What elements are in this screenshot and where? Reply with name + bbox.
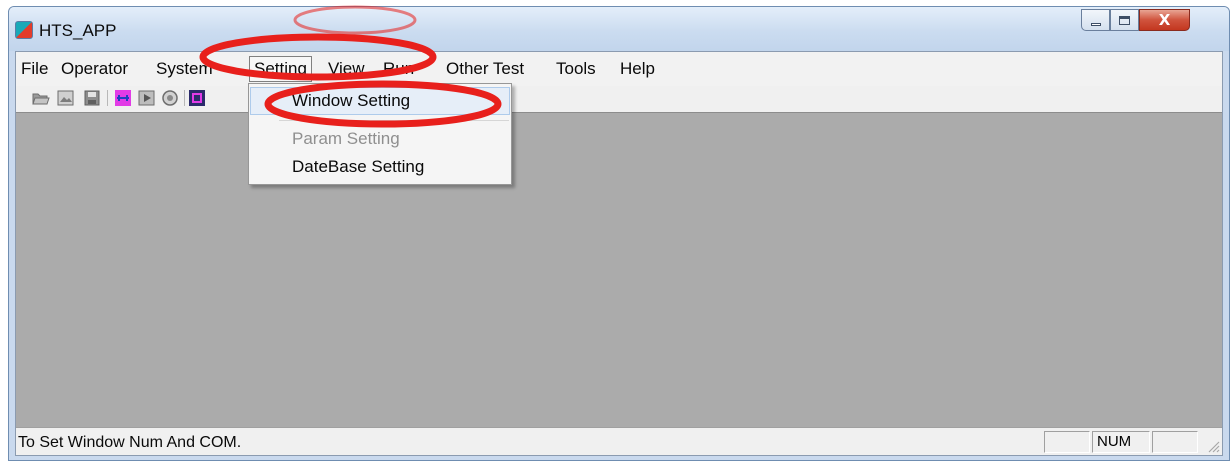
- menu-run[interactable]: Run: [378, 56, 419, 82]
- menu-view[interactable]: View: [323, 56, 370, 82]
- status-bar: To Set Window Num And COM. NUM: [16, 427, 1222, 455]
- maximize-button[interactable]: [1110, 9, 1139, 31]
- play-icon[interactable]: [138, 89, 156, 107]
- status-pane-num: NUM: [1092, 431, 1150, 453]
- client-area: File Operator System Setting View Run Ot…: [15, 51, 1223, 456]
- menu-separator: [279, 120, 509, 121]
- menu-other-test[interactable]: Other Test: [441, 56, 529, 82]
- menu-item-param-setting: Param Setting: [292, 129, 400, 148]
- toolbar-separator: [184, 90, 185, 106]
- status-message: To Set Window Num And COM.: [18, 434, 242, 451]
- toolbar: [16, 86, 1222, 112]
- status-pane-caps: [1044, 431, 1090, 453]
- close-button[interactable]: X: [1139, 9, 1190, 31]
- menu-tools[interactable]: Tools: [551, 56, 601, 82]
- maximize-icon: [1119, 15, 1130, 25]
- minimize-button[interactable]: [1081, 9, 1110, 31]
- app-window: HTS_APP X File Operator System Setting V…: [8, 6, 1230, 461]
- connect-icon[interactable]: [114, 89, 132, 107]
- save-icon[interactable]: [83, 89, 101, 107]
- menu-setting[interactable]: Setting: [249, 56, 312, 82]
- minimize-icon: [1090, 22, 1101, 26]
- menu-system[interactable]: System: [151, 56, 218, 82]
- open-folder-icon[interactable]: [32, 89, 50, 107]
- close-icon: X: [1158, 10, 1171, 29]
- title-bar[interactable]: HTS_APP X: [9, 7, 1229, 51]
- chip-icon[interactable]: [188, 89, 206, 107]
- menu-bar: File Operator System Setting View Run Ot…: [16, 52, 1222, 86]
- open-image-icon[interactable]: [57, 89, 75, 107]
- menu-file[interactable]: File: [16, 56, 53, 82]
- menu-operator[interactable]: Operator: [56, 56, 133, 82]
- status-pane-scrl: [1152, 431, 1198, 453]
- menu-item-window-setting[interactable]: Window Setting: [250, 87, 510, 115]
- menu-item-datebase-setting[interactable]: DateBase Setting: [250, 153, 510, 181]
- toolbar-separator: [107, 90, 108, 106]
- resize-grip-icon[interactable]: [1206, 439, 1220, 453]
- mdi-workspace[interactable]: [16, 112, 1222, 427]
- stop-icon[interactable]: [161, 89, 179, 107]
- window-title: HTS_APP: [39, 21, 117, 40]
- setting-dropdown-menu: Window Setting Param Setting DateBase Se…: [248, 83, 512, 185]
- app-icon[interactable]: [15, 21, 33, 39]
- menu-help[interactable]: Help: [615, 56, 660, 82]
